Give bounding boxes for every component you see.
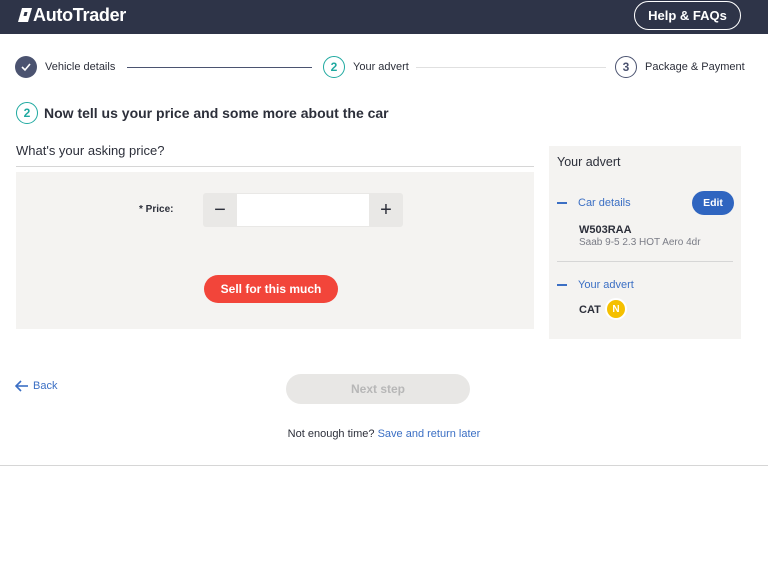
- vehicle-model: Saab 9-5 2.3 HOT Aero 4dr: [579, 237, 701, 248]
- section-heading: 2 Now tell us your price and some more a…: [16, 102, 389, 124]
- save-prompt: Not enough time? Save and return later: [0, 428, 768, 440]
- decrement-button[interactable]: −: [203, 193, 237, 227]
- next-step-button[interactable]: Next step: [286, 374, 470, 404]
- arrow-left-icon: [15, 380, 28, 392]
- sell-for-this-much-button[interactable]: Sell for this much: [204, 275, 338, 303]
- your-advert-link[interactable]: Your advert: [578, 279, 634, 291]
- heading-text: Now tell us your price and some more abo…: [44, 105, 389, 121]
- back-label[interactable]: Back: [33, 380, 57, 392]
- increment-button[interactable]: +: [369, 193, 403, 227]
- save-prompt-text: Not enough time?: [287, 428, 375, 440]
- registration-number: W503RAA: [579, 224, 632, 236]
- step-3-circle: 3: [615, 56, 637, 78]
- advert-summary-sidebar: Your advert Car details Edit W503RAA Saa…: [549, 146, 741, 339]
- sidebar-divider: [557, 261, 733, 262]
- autotrader-logo[interactable]: AutoTrader: [18, 5, 126, 25]
- autotrader-mark-icon: [18, 8, 32, 22]
- step-connector-complete: [127, 67, 312, 68]
- price-stepper: − +: [203, 193, 403, 227]
- check-icon: [21, 63, 31, 72]
- price-label: * Price:: [139, 204, 174, 215]
- asking-price-title: What's your asking price?: [16, 143, 165, 158]
- price-input[interactable]: [237, 194, 369, 226]
- step-3-label: Package & Payment: [645, 61, 745, 73]
- collapse-icon: [557, 284, 567, 286]
- back-link[interactable]: Back: [15, 380, 57, 392]
- heading-step-number: 2: [16, 102, 38, 124]
- price-panel: * Price: − + Sell for this much: [16, 172, 534, 329]
- step-2-circle: 2: [323, 56, 345, 78]
- brand-name: AutoTrader: [33, 4, 127, 25]
- car-details-toggle[interactable]: Car details: [557, 197, 631, 209]
- step-1-complete-icon: [15, 56, 37, 78]
- progress-stepper: Vehicle details 2 Your advert 3 Package …: [0, 56, 768, 80]
- cat-label: CAT: [579, 304, 601, 316]
- step-1-label: Vehicle details: [45, 61, 116, 73]
- cat-badge: N: [605, 298, 627, 320]
- sidebar-title: Your advert: [557, 155, 621, 169]
- help-faqs-button[interactable]: Help & FAQs: [634, 1, 741, 30]
- your-advert-toggle[interactable]: Your advert: [557, 279, 634, 291]
- save-and-return-link[interactable]: Save and return later: [378, 428, 481, 440]
- step-connector-pending: [416, 67, 606, 68]
- edit-button[interactable]: Edit: [692, 191, 734, 215]
- top-header: AutoTrader Help & FAQs: [0, 0, 768, 34]
- collapse-icon: [557, 202, 567, 204]
- step-2-label: Your advert: [353, 61, 409, 73]
- car-details-link[interactable]: Car details: [578, 197, 631, 209]
- section-divider: [16, 166, 534, 167]
- footer-divider: [0, 465, 768, 466]
